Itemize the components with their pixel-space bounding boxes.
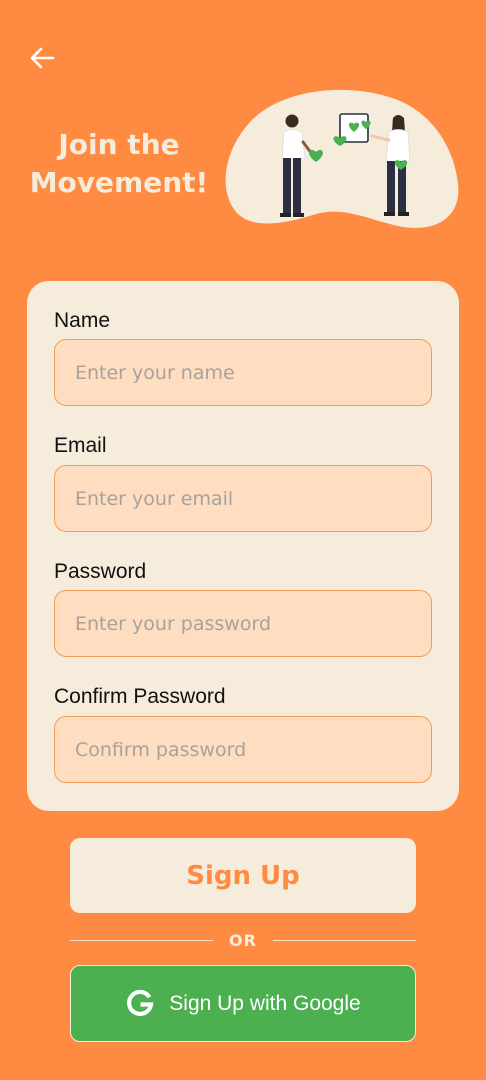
page-title-line-2: Movement!	[29, 166, 209, 199]
confirm-password-input[interactable]	[54, 716, 432, 783]
divider-line-left	[70, 939, 214, 941]
hero-illustration	[225, 89, 459, 229]
password-label: Password	[54, 560, 147, 583]
page-title: Join the Movement!	[20, 126, 218, 202]
signup-form-card: Name Email Password Confirm Password	[27, 281, 459, 811]
confirm-password-label: Confirm Password	[54, 685, 226, 708]
email-input[interactable]	[54, 465, 432, 532]
google-signup-button[interactable]: Sign Up with Google	[70, 965, 416, 1042]
name-label: Name	[54, 309, 111, 332]
back-button[interactable]	[22, 38, 62, 78]
signup-button[interactable]: Sign Up	[70, 838, 416, 913]
email-label: Email	[54, 434, 107, 457]
or-text: OR	[229, 930, 257, 950]
google-g-icon	[125, 989, 155, 1019]
name-input[interactable]	[54, 339, 432, 406]
or-divider: OR	[70, 926, 417, 954]
arrow-left-icon	[30, 47, 55, 69]
password-input[interactable]	[54, 590, 432, 657]
google-signup-label: Sign Up with Google	[169, 991, 361, 1015]
page-title-line-1: Join the	[58, 128, 180, 161]
divider-line-right	[272, 939, 417, 941]
